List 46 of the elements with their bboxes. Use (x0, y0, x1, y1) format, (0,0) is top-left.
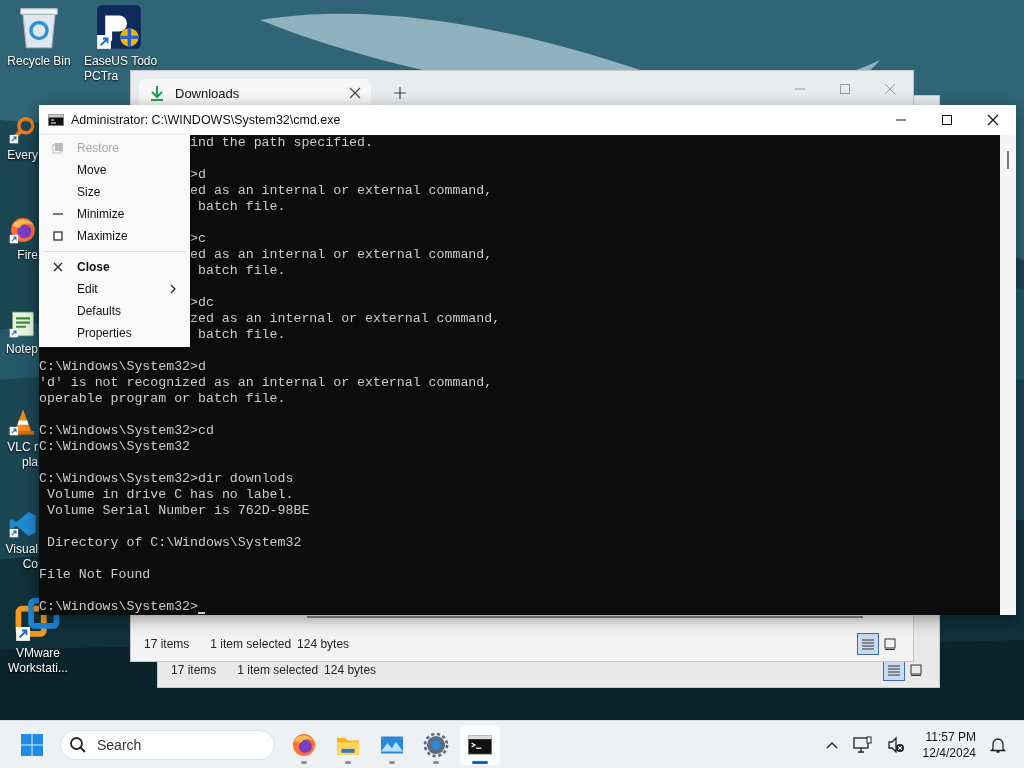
status-text: 17 items (171, 663, 217, 677)
menu-item[interactable]: Minimize (39, 203, 190, 225)
menu-item[interactable]: Maximize (39, 225, 190, 247)
icon-label[interactable]: Recycle Bin (7, 54, 71, 69)
console-line: C:\Windows\System32>dir downlods (39, 471, 294, 487)
status-text: 1 item selected (210, 637, 292, 651)
console-line: batch file. (197, 327, 286, 343)
console-line: batch file. (197, 263, 286, 279)
status-text: 124 bytes (297, 637, 350, 651)
console-line: >dc (190, 295, 214, 311)
status-text: 1 item selected (237, 663, 319, 677)
icon-label[interactable]: Every (7, 148, 39, 163)
search-field[interactable]: Search (60, 729, 275, 760)
menu-item[interactable]: Size (39, 181, 190, 203)
menu-item[interactable]: Move (39, 159, 190, 181)
status-text: 17 items (144, 637, 190, 651)
browser-tab[interactable]: Downloads (139, 79, 371, 107)
console-line: zed as an internal or external command, (190, 311, 501, 327)
console-line: Volume Serial Number is 762D-98BE (45, 503, 310, 519)
menu-item[interactable]: Properties (39, 322, 190, 344)
icon-label[interactable]: Visual Co (5, 542, 39, 572)
console-line: ind the path specified. (190, 135, 373, 151)
icon-label[interactable]: Fire (17, 248, 39, 263)
console-line: 'd' is not recognized as an internal or external command, (39, 375, 493, 391)
icon-label[interactable]: VMware Workstati... (8, 646, 68, 676)
icon-label[interactable]: VLC r pla (7, 440, 39, 470)
menu-item[interactable]: Defaults (39, 300, 190, 322)
console-line: C:\Windows\System32> (39, 599, 199, 615)
console-line: File Not Found (39, 567, 151, 583)
console-line: ed as an internal or external command, (190, 247, 493, 263)
console-line: batch file. (197, 199, 286, 215)
console-line: Volume in drive C has no label. (45, 487, 294, 503)
status-text: 124 bytes (324, 663, 377, 677)
console-line: >d (190, 167, 206, 183)
menu-item[interactable]: Edit (39, 278, 190, 300)
console-line: C:\Windows\System32>cd (39, 423, 214, 439)
window-title: Administrator: C:\WINDOWS\System32\cmd.exe (71, 113, 341, 127)
clock[interactable]: 11:57 PM 12/4/2024 (922, 728, 976, 761)
console-line: C:\Windows\System32>d (39, 359, 206, 375)
icon-label[interactable]: Notep (5, 342, 39, 357)
console-line: C:\Windows\System32 (39, 439, 191, 455)
menu-item[interactable]: Close (39, 256, 190, 278)
console-line: Directory of C:\Windows\System32 (45, 535, 302, 551)
console-line: ed as an internal or external command, (190, 183, 493, 199)
console-line: >c (190, 231, 206, 247)
console-line: operable program or batch file. (39, 391, 286, 407)
